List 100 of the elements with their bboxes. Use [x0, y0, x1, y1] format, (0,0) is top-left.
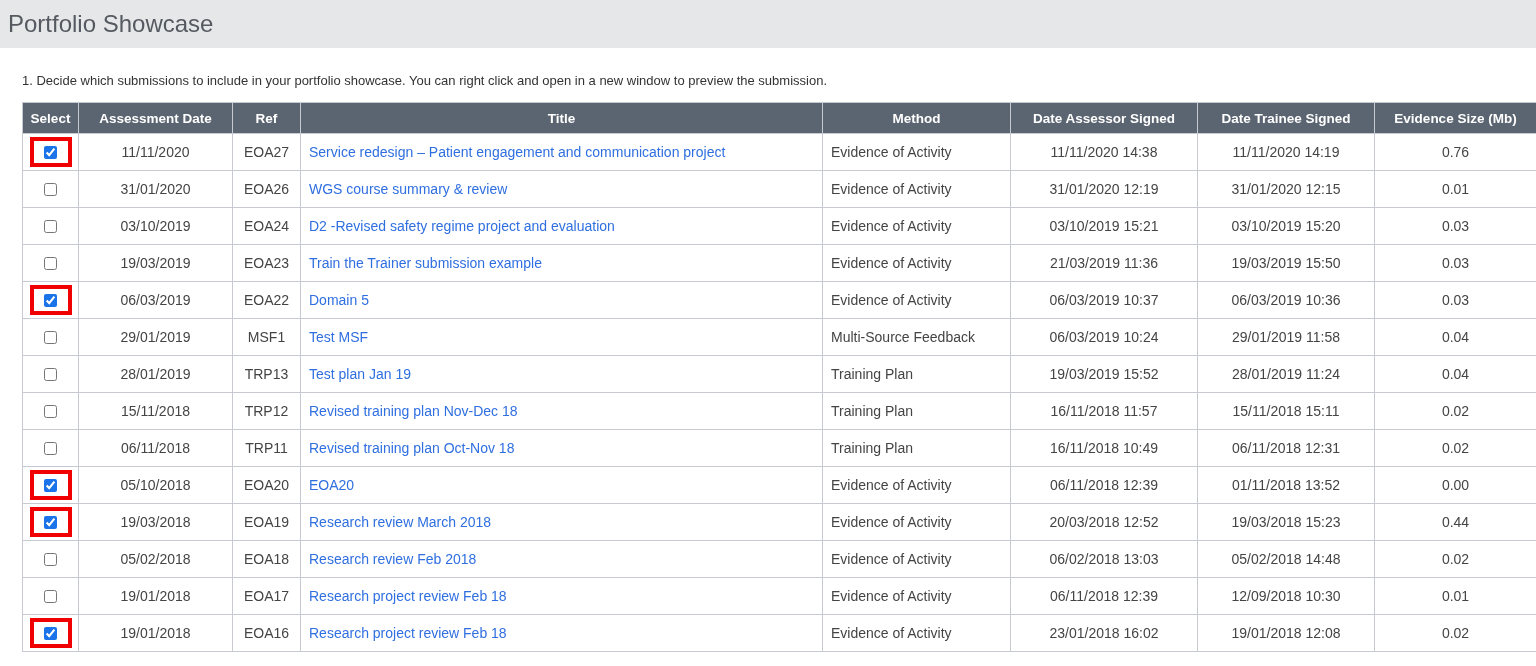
table-cell: 05/10/2018	[78, 466, 233, 504]
table-cell: 28/01/2019	[78, 355, 233, 393]
table-cell: 06/11/2018	[78, 429, 233, 467]
select-checkbox[interactable]	[44, 293, 57, 307]
table-cell: EOA22	[232, 281, 301, 319]
table-cell: 15/11/2018	[78, 392, 233, 430]
table-cell: 11/11/2020 14:19	[1197, 133, 1375, 171]
table-cell: 06/03/2019 10:37	[1010, 281, 1198, 319]
table-cell: 19/03/2019 15:50	[1197, 244, 1375, 282]
table-cell: 06/11/2018 12:39	[1010, 577, 1198, 615]
table-cell: 31/01/2020 12:15	[1197, 170, 1375, 208]
table-cell: 15/11/2018 15:11	[1197, 392, 1375, 430]
select-checkbox[interactable]	[44, 330, 57, 344]
table-cell: 19/03/2018	[78, 503, 233, 541]
table-cell: Evidence of Activity	[822, 503, 1011, 541]
submission-link[interactable]: Revised training plan Nov-Dec 18	[309, 403, 518, 419]
table-cell: Evidence of Activity	[822, 540, 1011, 578]
table-cell: 16/11/2018 11:57	[1010, 392, 1198, 430]
table-cell: 06/11/2018 12:31	[1197, 429, 1375, 467]
table-cell: MSF1	[232, 318, 301, 356]
submission-link[interactable]: Train the Trainer submission example	[309, 255, 542, 271]
table-cell: Evidence of Activity	[822, 207, 1011, 245]
table-cell: EOA17	[232, 577, 301, 615]
submission-link[interactable]: Revised training plan Oct-Nov 18	[309, 440, 515, 456]
table-cell: 01/11/2018 13:52	[1197, 466, 1375, 504]
table-cell: 29/01/2019 11:58	[1197, 318, 1375, 356]
page-title: Portfolio Showcase	[8, 10, 214, 38]
submission-link[interactable]: Research project review Feb 18	[309, 625, 507, 641]
table-cell: 19/01/2018	[78, 577, 233, 615]
submission-link[interactable]: Research review Feb 2018	[309, 551, 477, 567]
column-header: Date Assessor Signed	[1010, 102, 1198, 134]
table-cell: Evidence of Activity	[822, 577, 1011, 615]
table-cell: EOA16	[232, 614, 301, 652]
table-cell: EOA20	[232, 466, 301, 504]
column-header: Title	[300, 102, 823, 134]
select-checkbox[interactable]	[44, 219, 57, 233]
table-cell: Training Plan	[822, 355, 1011, 393]
table-cell: 06/03/2019	[78, 281, 233, 319]
select-checkbox[interactable]	[44, 256, 57, 270]
submission-link[interactable]: Domain 5	[309, 292, 369, 308]
table-cell: 16/11/2018 10:49	[1010, 429, 1198, 467]
select-checkbox[interactable]	[44, 478, 57, 492]
table-cell: 03/10/2019 15:21	[1010, 207, 1198, 245]
select-checkbox[interactable]	[44, 367, 57, 381]
table-cell: 06/03/2019 10:24	[1010, 318, 1198, 356]
submission-link[interactable]: Test MSF	[309, 329, 369, 345]
table-cell: EOA27	[232, 133, 301, 171]
table-cell: 11/11/2020	[78, 133, 233, 171]
select-checkbox[interactable]	[44, 626, 57, 640]
table-cell: TRP13	[232, 355, 301, 393]
table-cell: 23/01/2018 16:02	[1010, 614, 1198, 652]
table-cell: 21/03/2019 11:36	[1010, 244, 1198, 282]
submission-link[interactable]: Research review March 2018	[309, 514, 492, 530]
instruction-text: 1. Decide which submissions to include in your portfolio showcase. You can right click and open in a new window to preview the submission.	[22, 73, 828, 90]
table-cell: 06/02/2018 13:03	[1010, 540, 1198, 578]
table-cell: 19/03/2019	[78, 244, 233, 282]
submission-link[interactable]: Research project review Feb 18	[309, 588, 507, 604]
table-cell: Evidence of Activity	[822, 466, 1011, 504]
table-cell: 06/11/2018 12:39	[1010, 466, 1198, 504]
table-cell: TRP12	[232, 392, 301, 430]
table-cell: 31/01/2020	[78, 170, 233, 208]
table-cell: 29/01/2019	[78, 318, 233, 356]
table-cell: 11/11/2020 14:38	[1010, 133, 1198, 171]
table-cell: 06/03/2019 10:36	[1197, 281, 1375, 319]
table-cell: TRP11	[232, 429, 301, 467]
table-cell: 05/02/2018	[78, 540, 233, 578]
column-header: Assessment Date	[78, 102, 233, 134]
table-cell: 03/10/2019 15:20	[1197, 207, 1375, 245]
table-cell: Training Plan	[822, 392, 1011, 430]
submission-link[interactable]: EOA20	[309, 477, 355, 493]
select-checkbox[interactable]	[44, 404, 57, 418]
table-cell: Evidence of Activity	[822, 244, 1011, 282]
table-cell: 03/10/2019	[78, 207, 233, 245]
table-cell: 20/03/2018 12:52	[1010, 503, 1198, 541]
table-cell: Evidence of Activity	[822, 170, 1011, 208]
select-checkbox[interactable]	[44, 182, 57, 196]
table-cell: 19/03/2019 15:52	[1010, 355, 1198, 393]
submission-link[interactable]: WGS course summary & review	[309, 181, 508, 197]
table-cell: 19/03/2018 15:23	[1197, 503, 1375, 541]
table-cell: Training Plan	[822, 429, 1011, 467]
column-header: Ref	[232, 102, 301, 134]
table-cell: 05/02/2018 14:48	[1197, 540, 1375, 578]
table-cell: EOA24	[232, 207, 301, 245]
table-cell: Evidence of Activity	[822, 281, 1011, 319]
select-checkbox[interactable]	[44, 515, 57, 529]
select-checkbox[interactable]	[44, 441, 57, 455]
table-cell: 31/01/2020 12:19	[1010, 170, 1198, 208]
table-cell: EOA18	[232, 540, 301, 578]
select-checkbox[interactable]	[44, 145, 57, 159]
select-checkbox[interactable]	[44, 589, 57, 603]
submission-link[interactable]: Test plan Jan 19	[309, 366, 411, 382]
table-cell: 19/01/2018	[78, 614, 233, 652]
table-cell: Evidence of Activity	[822, 133, 1011, 171]
table-cell: EOA23	[232, 244, 301, 282]
table-cell: EOA26	[232, 170, 301, 208]
column-header: Select	[22, 102, 79, 134]
table-cell: 12/09/2018 10:30	[1197, 577, 1375, 615]
column-header: Date Trainee Signed	[1197, 102, 1375, 134]
select-checkbox[interactable]	[44, 552, 57, 566]
column-header: Evidence Size (Mb)	[1374, 102, 1536, 134]
